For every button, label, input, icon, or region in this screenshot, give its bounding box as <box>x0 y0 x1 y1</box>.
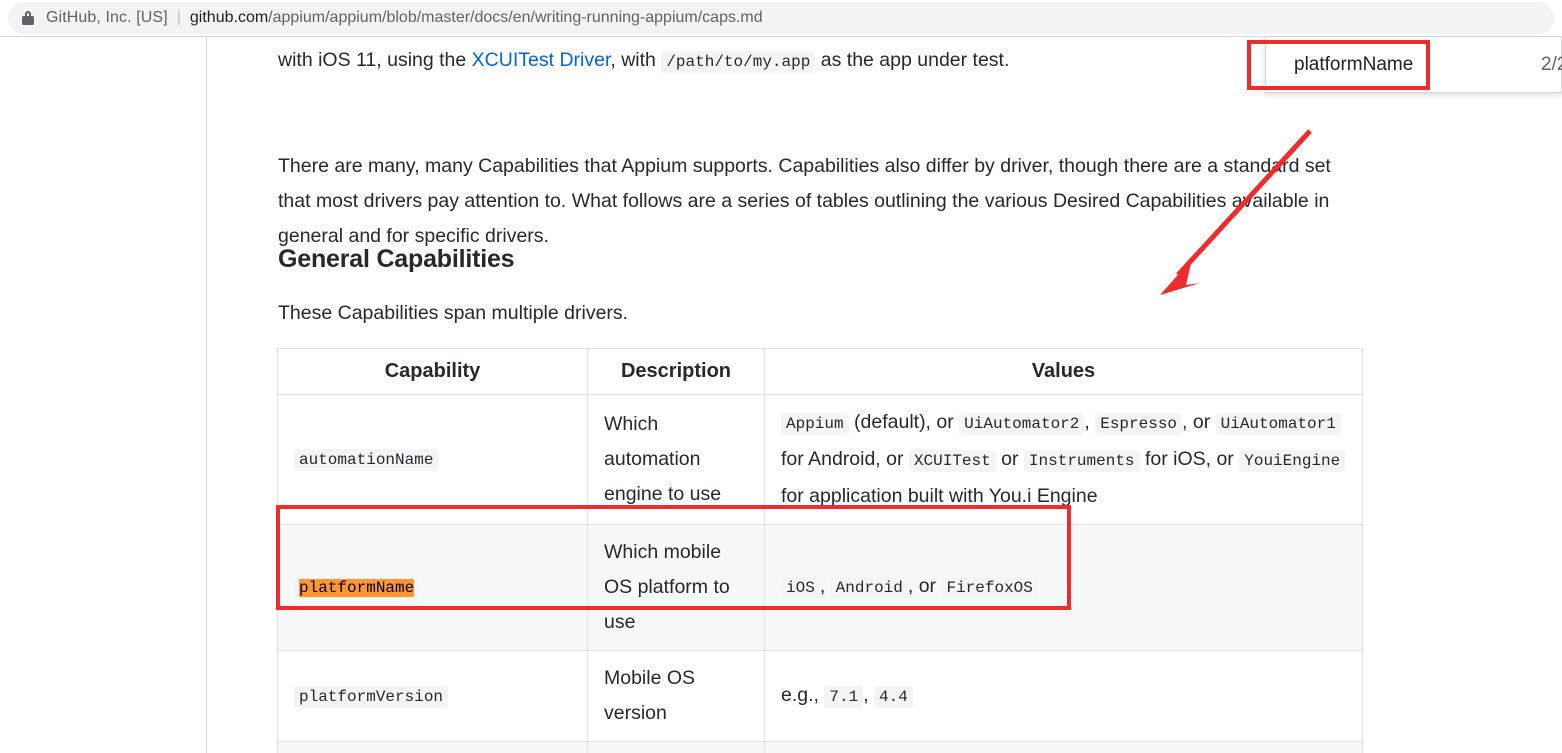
value-code: 4.4 <box>874 685 913 708</box>
value-code: Android <box>830 577 908 599</box>
value-code: UiAutomator1 <box>1215 413 1341 435</box>
cell-values: iPhone Simulator, iPad Simulator, iPhone… <box>764 741 1363 753</box>
table-row: platformName Which mobile OS platform to … <box>277 524 1363 651</box>
cell-description: Which automation engine to use <box>587 394 765 525</box>
table-header-row: Capability Description Values <box>277 348 1363 395</box>
cell-capability: deviceName <box>277 741 588 753</box>
find-match-count: 2/2 <box>1541 53 1562 75</box>
xcuitest-driver-link[interactable]: XCUITest Driver <box>472 49 611 71</box>
url-path: /appium/appium/blob/master/docs/en/writi… <box>268 9 763 26</box>
column-header-description: Description <box>587 348 765 395</box>
site-owner-label: GitHub, Inc. [US] <box>46 9 168 26</box>
cell-values: iOS, Android, or FirefoxOS <box>764 524 1363 651</box>
general-capabilities-table: Capability Description Values automation… <box>277 348 1363 753</box>
lock-icon <box>22 11 34 25</box>
url-bar[interactable]: GitHub, Inc. [US] | github.com /appium/a… <box>8 2 1554 34</box>
capability-code: automationName <box>294 449 439 471</box>
search-highlight: platformName <box>299 579 415 597</box>
value-code: Appium <box>781 413 849 435</box>
cell-values: e.g., 7.1, 4.4 <box>764 650 1363 742</box>
value-code: 7.1 <box>824 685 864 708</box>
article-content: with iOS 11, using the XCUITest Driver, … <box>208 37 1562 753</box>
value-code: iOS <box>781 577 820 599</box>
table-row: deviceNameThe kind of mobile device or e… <box>277 741 1363 753</box>
value-code: UiAutomator2 <box>959 413 1085 435</box>
value-code: Espresso <box>1095 413 1183 435</box>
find-in-page-bar[interactable]: 2/2 <box>1265 37 1562 93</box>
value-code: XCUITest <box>908 450 996 472</box>
page-title: General Capabilities <box>278 245 515 273</box>
url-separator: | <box>176 9 181 26</box>
intro-paragraph: with iOS 11, using the XCUITest Driver, … <box>278 43 1368 80</box>
column-header-capability: Capability <box>277 348 588 395</box>
section-subtitle: These Capabilities span multiple drivers… <box>278 302 629 324</box>
cell-description: Which mobile OS platform to use <box>587 524 765 651</box>
left-gutter <box>0 37 207 753</box>
cell-values: Appium (default), or UiAutomator2, Espre… <box>764 394 1363 525</box>
value-code: FirefoxOS <box>941 577 1038 599</box>
value-code: Instruments <box>1023 450 1140 472</box>
capability-code: platformVersion <box>294 685 449 708</box>
table-row: platformVersion Mobile OS version e.g., 7.… <box>277 650 1363 742</box>
table-body: automationName Which automation engine to… <box>277 394 1363 753</box>
app-path-code: /path/to/my.app <box>661 51 816 73</box>
table-row: automationName Which automation engine to… <box>277 394 1363 525</box>
capability-code: platformName <box>294 577 420 599</box>
find-input[interactable] <box>1266 52 1541 77</box>
intro-tail: as the app under test. <box>815 49 1010 71</box>
intro-before-link: with iOS 11, using the <box>278 49 472 71</box>
page-viewport: with iOS 11, using the XCUITest Driver, … <box>0 36 1562 753</box>
cell-capability: platformName <box>277 524 588 651</box>
value-code: YouiEngine <box>1239 450 1346 472</box>
column-header-values: Values <box>764 348 1363 395</box>
intro-after-link: , with <box>610 49 662 71</box>
url-host: github.com <box>189 9 269 26</box>
capabilities-overview-paragraph: There are many, many Capabilities that A… <box>278 155 1331 247</box>
cell-capability: automationName <box>277 394 588 525</box>
cell-description: Mobile OS version <box>587 650 765 742</box>
browser-chrome: GitHub, Inc. [US] | github.com /appium/a… <box>0 0 1562 36</box>
cell-description: The kind of mobile device or emulator to… <box>587 741 765 753</box>
cell-capability: platformVersion <box>277 650 588 742</box>
